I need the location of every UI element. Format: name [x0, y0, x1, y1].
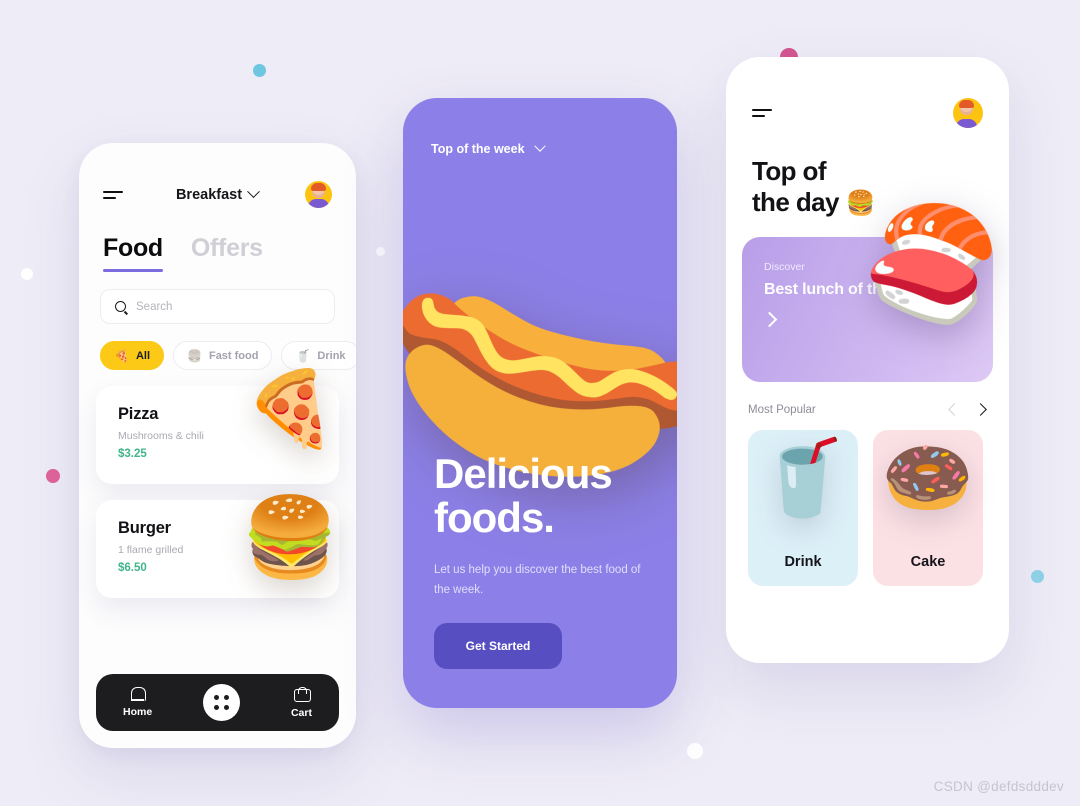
watermark: CSDN @defdsdddev	[933, 779, 1064, 794]
home-icon	[130, 687, 147, 702]
phone1-header: Breakfast	[79, 143, 356, 208]
cart-icon	[293, 686, 311, 702]
page-title: Delicious foods.	[434, 449, 613, 542]
decor-dot-white-bottom	[687, 743, 703, 759]
grid-dots-button[interactable]	[203, 684, 241, 721]
popular-card-label: Drink	[784, 553, 822, 570]
avatar[interactable]	[953, 98, 983, 128]
phone3-header	[726, 57, 1009, 128]
filter-pill-group: 🍕 All 🍔 Fast food 🥤 Drink	[79, 324, 356, 370]
chevron-down-icon	[247, 185, 260, 199]
burger-icon: 🍔	[187, 348, 202, 363]
filter-pill-all-label: All	[135, 349, 151, 362]
hamburger-icon[interactable]	[103, 190, 123, 199]
page-title-line2: the day	[752, 187, 839, 218]
bottom-navigation-bar: Home Cart	[96, 674, 339, 731]
phone-screen-food-list: Breakfast Food Offers Search 🍕 All 🍔 Fas…	[79, 143, 356, 748]
pizza-icon: 🍕	[114, 348, 129, 363]
avatar[interactable]	[305, 181, 332, 208]
pizza-image: 🍕	[244, 367, 337, 450]
food-card-burger[interactable]: Burger 1 flame grilled $6.50 🍔	[96, 493, 339, 598]
popular-card-label: Cake	[910, 553, 946, 570]
popular-card-drink[interactable]: 🥤 Drink	[748, 429, 858, 586]
page-title-line1: Top of	[752, 156, 826, 186]
search-icon	[115, 301, 126, 312]
sushi-image: 🍣	[855, 195, 1008, 334]
decor-dot-pink-left	[46, 469, 60, 483]
search-placeholder: Search	[136, 300, 173, 313]
phone-screen-top-of-day: Top of the day 🍔 Discover Best lunch of …	[726, 57, 1009, 663]
food-card-pizza[interactable]: Pizza Mushrooms & chili $3.25 🍕	[96, 372, 339, 484]
filter-pill-all[interactable]: 🍕 All	[100, 341, 165, 370]
most-popular-list: 🥤 Drink 🍩 Cake	[726, 416, 1009, 586]
nav-home-label: Home	[123, 706, 153, 718]
chevron-down-icon	[533, 140, 546, 152]
search-input[interactable]: Search	[100, 289, 335, 324]
carousel-controls	[948, 403, 987, 417]
arrow-right-icon[interactable]	[974, 403, 987, 417]
filter-pill-drink[interactable]: 🥤 Drink	[281, 341, 356, 370]
tab-food[interactable]: Food	[103, 234, 163, 272]
section-title: Most Popular	[748, 403, 816, 416]
nav-item-cart[interactable]: Cart	[290, 686, 312, 719]
arrow-right-icon[interactable]	[761, 311, 778, 328]
decor-dot-cyan-top	[253, 64, 266, 77]
decor-dot-cyan-right	[1031, 570, 1044, 583]
filter-pill-fast-food[interactable]: 🍔 Fast food	[173, 341, 273, 370]
tab-offers[interactable]: Offers	[191, 234, 263, 272]
donut-image: 🍩	[881, 435, 975, 519]
hamburger-icon[interactable]	[752, 109, 772, 117]
week-selector[interactable]: Top of the week	[403, 98, 677, 156]
drink-image: 🥤	[756, 435, 850, 519]
most-popular-header: Most Popular	[726, 382, 1009, 417]
discover-banner[interactable]: Discover Best lunch of the day 🍣	[742, 195, 1007, 382]
decor-dot-white-left	[21, 268, 33, 280]
get-started-button[interactable]: Get Started	[434, 623, 562, 669]
phone-screen-onboarding: Top of the week 🌭 Delicious foods. Let u…	[403, 98, 677, 708]
onboarding-copy: Delicious foods. Let us help you discove…	[434, 449, 649, 669]
decor-dot-white-mid	[376, 247, 385, 256]
chevron-left-icon[interactable]	[948, 403, 961, 417]
category-label: Breakfast	[175, 186, 243, 203]
filter-pill-drink-label: Drink	[317, 349, 346, 362]
filter-pill-fast-food-label: Fast food	[208, 349, 259, 362]
phone1-tabs: Food Offers	[79, 208, 356, 272]
drink-icon: 🥤	[295, 348, 311, 363]
category-selector[interactable]: Breakfast	[175, 185, 260, 203]
nav-item-home[interactable]: Home	[123, 687, 152, 718]
popular-card-cake[interactable]: 🍩 Cake	[873, 429, 983, 586]
burger-image: 🍔	[241, 493, 339, 581]
week-selector-label: Top of the week	[431, 142, 525, 156]
nav-cart-label: Cart	[290, 706, 312, 719]
page-subtitle: Let us help you discover the best food o…	[434, 563, 641, 597]
